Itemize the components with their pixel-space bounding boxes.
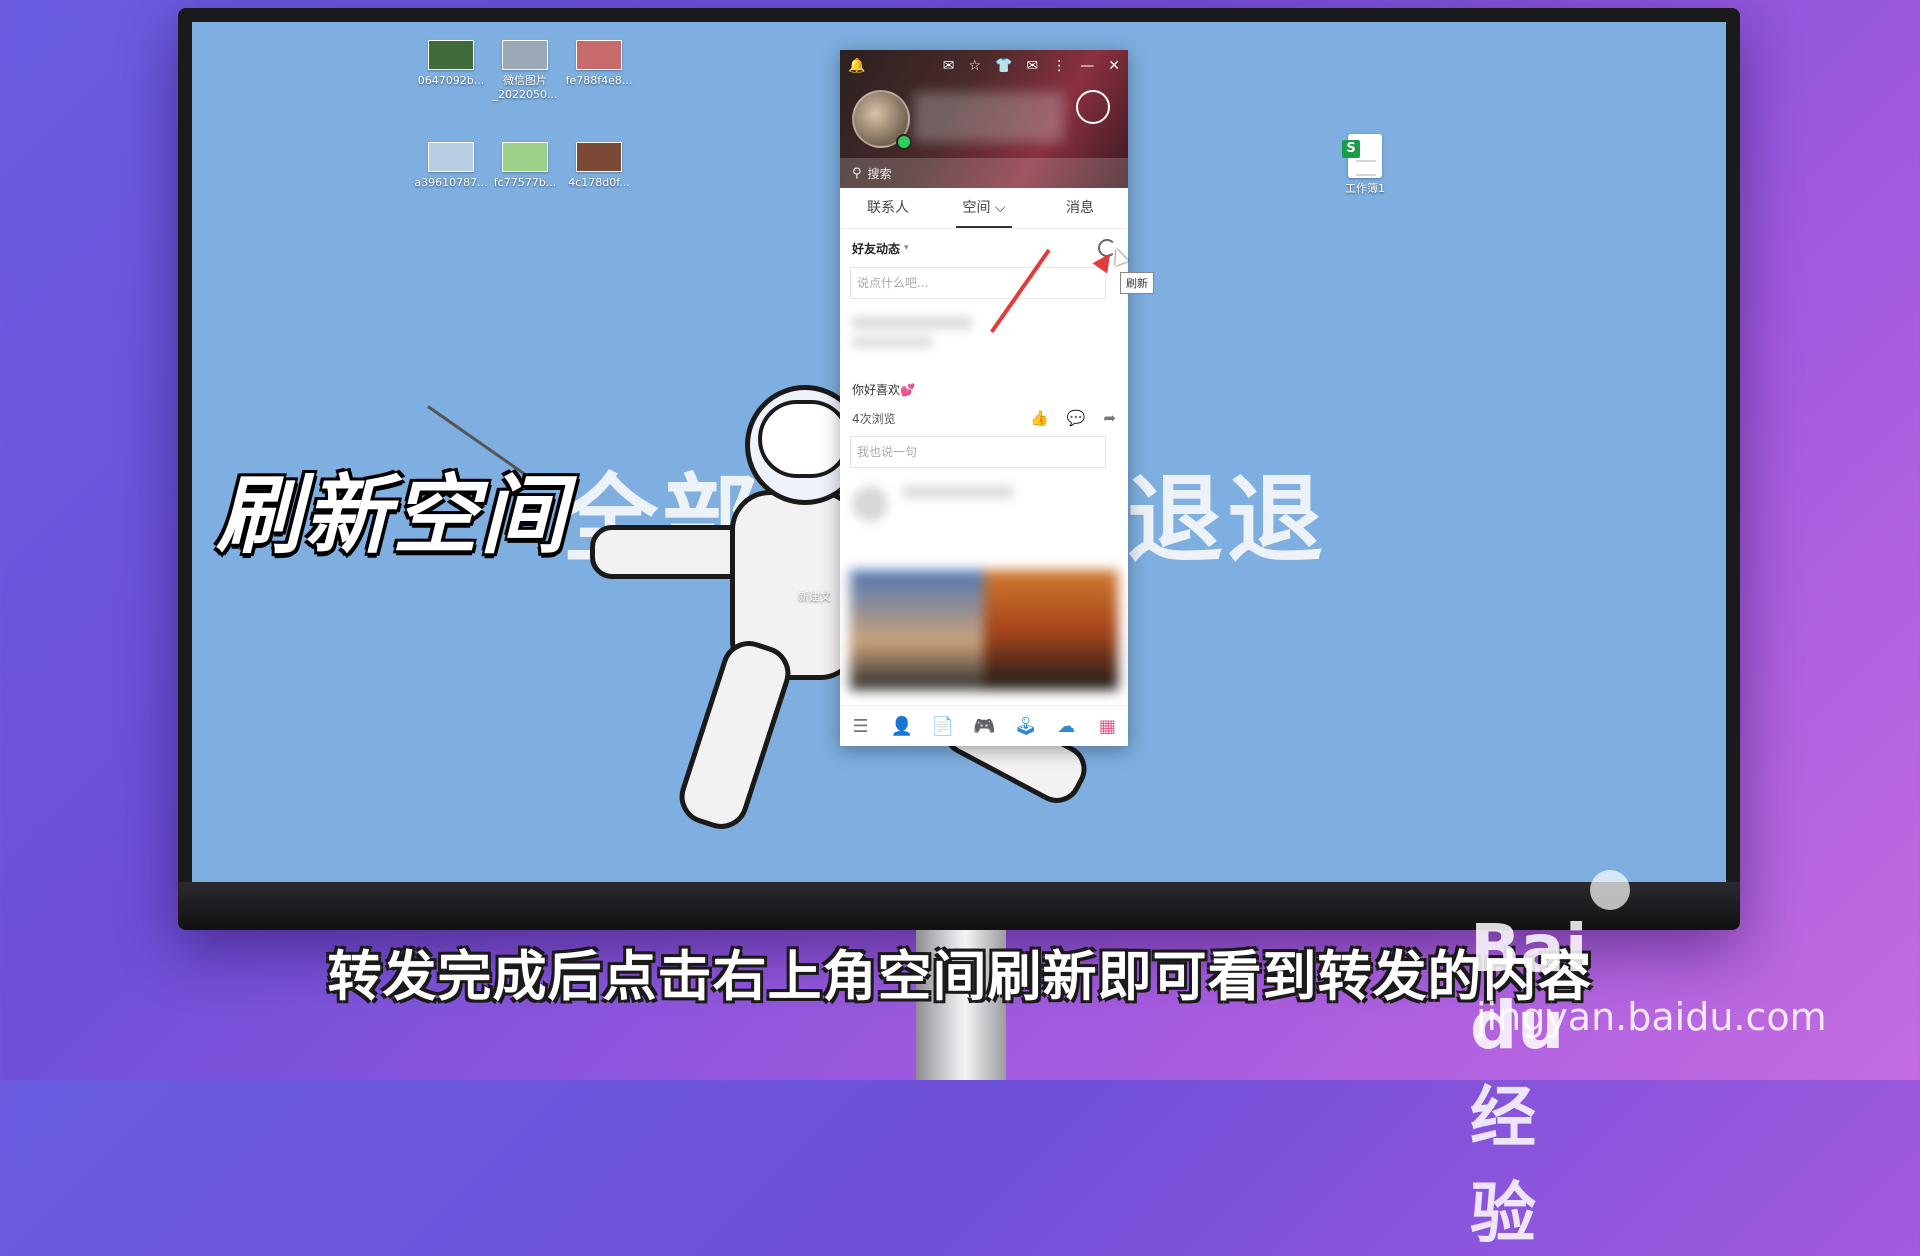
inbox-icon[interactable]: ✉	[1027, 58, 1039, 74]
search-placeholder: 搜索	[867, 166, 892, 181]
qq-topbar: 🔔 ✉ ☆ 👕 ✉ ⋮ — ✕	[848, 56, 1120, 76]
desktop-icon-label: fe788f4e8...	[565, 74, 633, 87]
spreadsheet-icon: S	[1342, 134, 1382, 178]
blurred-name	[903, 486, 1014, 498]
feed-title[interactable]: 好友动态	[852, 240, 900, 257]
desktop-icon-image-6[interactable]: 4c178d0f...	[554, 142, 644, 190]
search-icon: ⚲	[852, 165, 862, 181]
desktop-file-label[interactable]: 新建文	[798, 588, 831, 604]
chevron-down-icon[interactable]: ▾	[904, 243, 909, 253]
status-input[interactable]: 说点什么吧...	[850, 267, 1106, 299]
online-status-icon	[896, 134, 912, 150]
desktop-icon-spreadsheet[interactable]: S 工作簿1	[1320, 134, 1410, 196]
figure-visor	[758, 400, 850, 478]
blurred-avatar	[852, 486, 888, 522]
blurred-post-meta	[852, 337, 932, 347]
qq-bottom-toolbar: ☰ 👤 📄 🎮 🕹 ☁ ▦	[840, 705, 1128, 746]
comment-input[interactable]: 我也说一句	[850, 436, 1106, 468]
close-icon[interactable]: ✕	[1108, 58, 1120, 74]
image-thumbnail	[576, 142, 622, 172]
view-count: 4次浏览	[852, 411, 896, 426]
mail-icon[interactable]: ✉	[943, 58, 955, 74]
overlay-title: 刷新空间	[216, 466, 568, 566]
paw-logo-icon	[1590, 870, 1630, 910]
desktop-icon-image-3[interactable]: fe788f4e8...	[554, 40, 644, 88]
image-thumbnail	[502, 40, 548, 70]
share-icon[interactable]: ➦	[1103, 409, 1116, 427]
add-friend-icon[interactable]: 👤	[891, 716, 913, 737]
wallpaper-text-right: 退退	[1127, 464, 1327, 576]
watermark-brand: Bai du 经验	[1470, 910, 1588, 1252]
image-thumbnail	[502, 142, 548, 172]
tab-messages[interactable]: 消息	[1032, 188, 1128, 228]
image-thumbnail	[576, 40, 622, 70]
desktop-icon-label: 4c178d0f...	[568, 176, 630, 189]
search-bar[interactable]: ⚲ 搜索	[840, 158, 1128, 188]
minimize-icon[interactable]: —	[1080, 58, 1094, 74]
spreadsheet-letter: S	[1342, 140, 1360, 158]
qq-header: 🔔 ✉ ☆ 👕 ✉ ⋮ — ✕ ⚲ 搜索	[840, 50, 1128, 188]
gamepad-icon[interactable]: 🕹	[1014, 716, 1037, 737]
shirt-icon[interactable]: 👕	[995, 58, 1012, 74]
game-center-icon[interactable]: 🎮	[973, 716, 995, 737]
tab-contacts[interactable]: 联系人	[840, 188, 936, 228]
desktop-icon-label: 工作簿1	[1345, 182, 1385, 195]
image-thumbnail	[428, 40, 474, 70]
more-icon[interactable]: ⋮	[1052, 58, 1066, 74]
tab-qzone[interactable]: 空间 ⌵	[936, 188, 1032, 228]
star-icon[interactable]: ☆	[969, 58, 982, 74]
blurred-post-header	[852, 317, 972, 329]
bell-icon[interactable]: 🔔	[848, 58, 865, 74]
nickname-blurred	[914, 92, 1064, 142]
weather-icon[interactable]	[1076, 90, 1110, 124]
refresh-tooltip: 刷新	[1120, 272, 1154, 294]
menu-icon[interactable]: ☰	[850, 716, 872, 737]
watermark-url: jingyan.baidu.com	[1476, 995, 1827, 1039]
post-text: 你好喜欢💕	[852, 383, 915, 397]
apps-grid-icon[interactable]: ▦	[1096, 716, 1118, 737]
blurred-post-images[interactable]	[850, 570, 1118, 690]
comment-icon[interactable]: 💬	[1067, 409, 1086, 427]
image-thumbnail	[428, 142, 474, 172]
feed-header: 好友动态 ▾	[840, 229, 1128, 267]
cloud-icon[interactable]: ☁	[1055, 716, 1077, 737]
qq-main-panel: 🔔 ✉ ☆ 👕 ✉ ⋮ — ✕ ⚲ 搜索 联系人 空间 ⌵ 消息 好友动态 ▾ …	[840, 50, 1128, 746]
file-icon[interactable]: 📄	[932, 716, 954, 737]
like-icon[interactable]: 👍	[1030, 409, 1049, 427]
qq-tabs: 联系人 空间 ⌵ 消息	[840, 188, 1128, 229]
post-actions-row: 4次浏览 👍 💬 ➦	[840, 404, 1128, 432]
